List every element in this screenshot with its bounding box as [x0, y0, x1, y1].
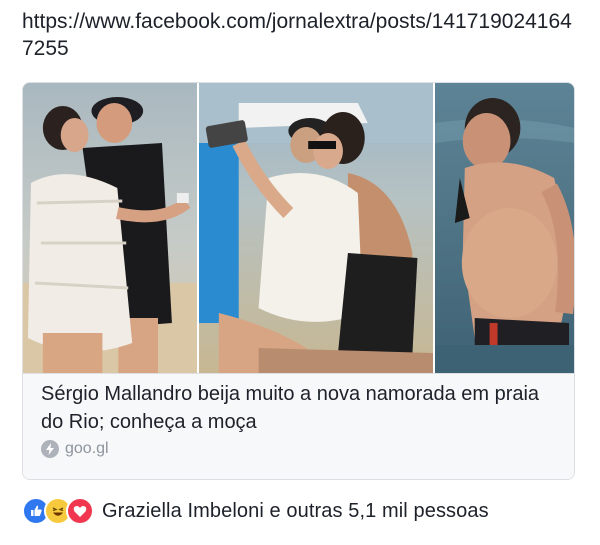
photo-collage[interactable]: Humor da Terra .com [23, 83, 574, 373]
link-bolt-icon [41, 440, 59, 458]
link-preview-body[interactable]: Sérgio Mallandro beija muito a nova namo… [23, 373, 574, 479]
love-icon [66, 497, 94, 525]
reaction-icons[interactable] [22, 497, 94, 525]
reactions-summary[interactable]: Graziella Imbeloni e outras 5,1 mil pess… [102, 500, 489, 523]
link-title[interactable]: Sérgio Mallandro beija muito a nova namo… [41, 380, 561, 436]
link-domain: goo.gl [41, 438, 109, 460]
post-url-text[interactable]: https://www.facebook.com/jornalextra/pos… [22, 8, 582, 62]
photo-man-in-sea [433, 83, 574, 373]
photo-couple-selfie: Humor da Terra .com [196, 83, 434, 373]
reactions-bar[interactable]: Graziella Imbeloni e outras 5,1 mil pess… [22, 494, 489, 528]
photo-couple-kissing [23, 83, 197, 373]
link-preview-card[interactable]: Humor da Terra .com Sérgi [22, 82, 575, 480]
link-domain-text: goo.gl [65, 440, 109, 457]
